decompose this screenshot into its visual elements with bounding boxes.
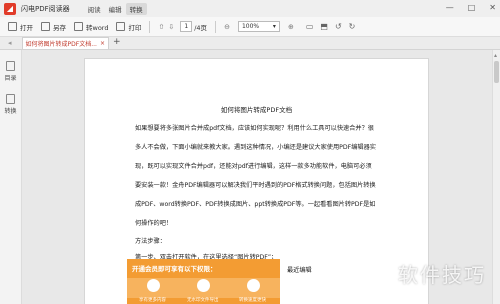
open-button[interactable]: 打开 [8, 22, 33, 32]
print-button[interactable]: 打印 [116, 22, 141, 32]
convert-icon [6, 94, 15, 104]
menu-convert[interactable]: 转换 [125, 2, 147, 15]
banner-feature-label: 转换速度更快 [239, 298, 266, 303]
zoom-in-icon[interactable]: ⊕ [288, 23, 294, 31]
page-number-input[interactable]: 1 [180, 21, 193, 32]
zoom-select[interactable]: 100% ▾ [237, 21, 280, 32]
feature-speed-icon [247, 279, 260, 292]
sidebar-item-convert-label: 转换 [4, 108, 17, 115]
sidebar-item-toc-label: 目录 [4, 75, 17, 82]
vertical-scrollbar[interactable]: ▴ [492, 50, 500, 304]
add-tab-icon[interactable]: + [113, 37, 121, 47]
tab-close-icon[interactable]: × [100, 40, 105, 47]
view-tools: ▭ ⬒ ↺ ↻ [306, 22, 356, 31]
left-sidebar: 目录 转换 [0, 50, 22, 304]
scroll-up-icon[interactable]: ▴ [494, 52, 497, 59]
zoom-out-icon[interactable]: ⊖ [224, 23, 230, 31]
zoom-value: 100% [241, 23, 260, 30]
banner-title: 开通会员即可享有以下权限： [132, 265, 217, 273]
toolbar-divider-2 [215, 20, 217, 33]
document-title: 如何将图片转成PDF文档 [220, 106, 293, 114]
printer-icon [116, 22, 126, 31]
next-page-icon[interactable]: ⇩ [168, 23, 174, 31]
screenshot-image: 开通会员即可享有以下权限： 享有更多内容 无水印文件导出 转换速度更快 [127, 259, 280, 304]
to-word-label: 转word [86, 23, 109, 32]
chevron-down-icon: ▾ [272, 23, 276, 30]
watermark-text: 软件技巧 [398, 263, 486, 287]
fit-page-icon[interactable]: ▭ [306, 22, 314, 31]
sidebar-item-toc[interactable]: 目录 [0, 61, 21, 82]
tab-document[interactable]: 如何将图片转成PDF文档... × [21, 37, 109, 49]
page-total: /4页 [194, 23, 208, 32]
word-icon [74, 22, 83, 31]
toolbar-divider [149, 20, 151, 33]
paragraph-line: 方法步骤： [135, 238, 166, 245]
toolbar: 打开 另存 转word 打印 ⇧ ⇩ 1 /4页 ⊖ 100% ▾ ⊕ ▭ ⬒ … [0, 17, 500, 37]
open-label: 打开 [20, 23, 33, 32]
app-logo-icon: ◢ [4, 2, 16, 15]
paragraph-line: 多人不会做，下面小编就来教大家。遇到这种情况，小编还是建议大家使用PDF编辑器实 [135, 144, 376, 151]
banner-feature-label: 无水印文件导出 [187, 298, 219, 303]
feature-content-icon [147, 279, 160, 292]
paragraph-line: 要安装一款！金舟PDF编辑器可以解决我们平时遇到的PDF格式转换问题，包括图片转… [135, 182, 376, 189]
menu-read[interactable]: 阅读 [84, 3, 105, 15]
rotate-right-icon[interactable]: ↻ [349, 22, 356, 31]
window-controls: — □ ✕ [446, 3, 496, 12]
main-menu: 阅读 编辑 转换 [84, 2, 147, 15]
tab-scroll-left-icon[interactable]: ◂ [8, 39, 12, 47]
save-icon [41, 22, 50, 31]
print-label: 打印 [128, 23, 142, 32]
scroll-thumb[interactable] [494, 61, 499, 83]
tab-bar: ◂ 如何将图片转成PDF文档... × + [0, 37, 500, 50]
paragraph-line: 何操作的吧！ [135, 220, 173, 227]
toc-icon [6, 61, 15, 71]
feature-watermark-icon [197, 279, 210, 292]
paragraph-line: 现，既可以实现文件合并pdf，还能对pdf进行编辑，这样一款多功能软件，电脑可必… [135, 163, 372, 170]
title-bar: ◢ 闪电PDF阅读器 阅读 编辑 转换 — □ ✕ [0, 0, 500, 17]
folder-icon [8, 22, 17, 31]
menu-edit[interactable]: 编辑 [105, 3, 126, 15]
rotate-left-icon[interactable]: ↺ [335, 22, 342, 31]
maximize-icon[interactable]: □ [468, 3, 476, 12]
prev-page-icon[interactable]: ⇧ [158, 23, 164, 31]
recent-edit-text: 最近编辑 [287, 267, 312, 274]
save-as-label: 另存 [53, 23, 66, 32]
minimize-icon[interactable]: — [446, 3, 454, 12]
app-title: 闪电PDF阅读器 [21, 4, 70, 13]
paragraph-line: 如果想要将多张图片合并成pdf文档，应该如何实现呢？利用什么工具可以快速合并？很 [135, 125, 374, 132]
tab-document-label: 如何将图片转成PDF文档... [25, 41, 97, 48]
paragraph-line: 成PDF、word转换PDF、PDF转换成图片、ppt转换成PDF等。一起看看图… [135, 201, 376, 208]
fit-width-icon[interactable]: ⬒ [320, 22, 328, 31]
banner-feature-label: 享有更多内容 [139, 298, 166, 303]
sidebar-item-convert[interactable]: 转换 [0, 94, 21, 115]
document-page: 如何将图片转成PDF文档 如果想要将多张图片合并成pdf文档，应该如何实现呢？利… [84, 58, 429, 304]
to-word-button[interactable]: 转word [74, 22, 108, 32]
save-as-button[interactable]: 另存 [41, 22, 66, 32]
close-icon[interactable]: ✕ [489, 3, 496, 12]
